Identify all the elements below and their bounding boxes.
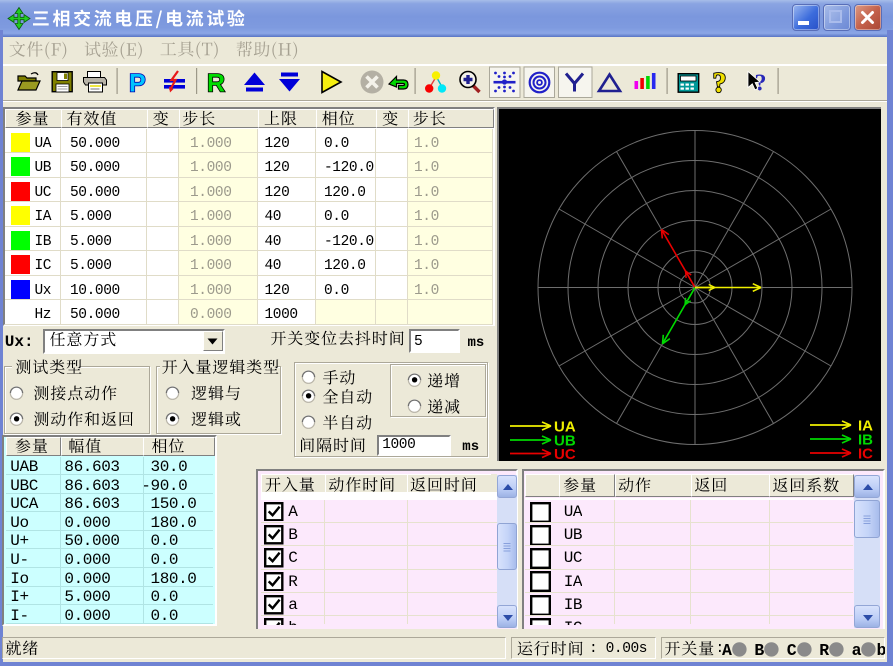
svg-text:IC: IC: [858, 445, 873, 461]
svg-text:UC: UC: [554, 446, 576, 461]
